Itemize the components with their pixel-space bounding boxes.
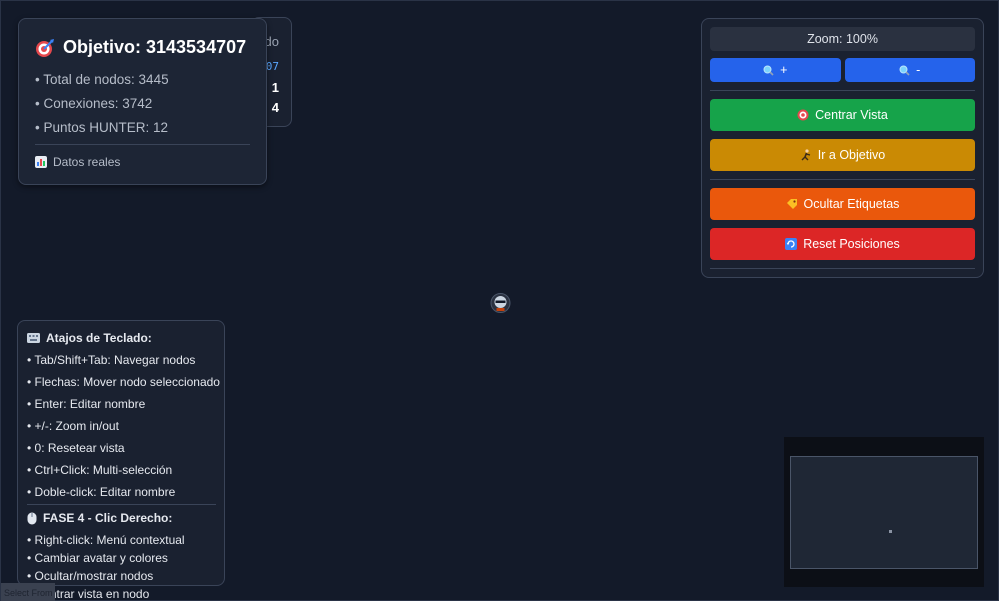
divider (27, 504, 216, 505)
target-icon (35, 38, 55, 58)
controls-panel: Zoom: 100% + - Centrar Vista Ir a Objeti… (701, 18, 984, 278)
zoom-in-button[interactable]: + (710, 58, 841, 82)
phase-item: • Centrar vista en nodo (27, 587, 150, 601)
go-to-target-label: Ir a Objetivo (817, 148, 886, 162)
minimap[interactable] (784, 437, 984, 587)
objective-panel: Objetivo: 3143534707 • Total de nodos: 3… (18, 18, 267, 185)
zoom-out-button[interactable]: - (844, 58, 975, 82)
objective-heading: Objetivo: 3143534707 (35, 37, 250, 58)
shortcuts-title: Atajos de Teclado: (46, 331, 152, 345)
magnifier-icon (899, 65, 910, 76)
tag-icon (786, 198, 798, 210)
phase-item: • Cambiar avatar y colores (27, 551, 168, 565)
graph-node[interactable] (490, 291, 511, 315)
total-nodes-text: • Total de nodos: 3445 (35, 72, 169, 87)
center-view-label: Centrar Vista (815, 108, 888, 122)
data-source-label: Datos reales (53, 155, 121, 169)
shortcut-item: • Flechas: Mover nodo seleccionado (27, 375, 220, 389)
shortcuts-panel: Atajos de Teclado: • Tab/Shift+Tab: Nave… (17, 320, 225, 601)
reset-positions-label: Reset Posiciones (803, 237, 900, 251)
objective-title: Objetivo: 3143534707 (63, 37, 247, 57)
phase-item: • Right-click: Menú contextual (27, 533, 185, 547)
minimap-node-marker (889, 530, 892, 533)
divider (710, 268, 975, 269)
shortcut-item: • Tab/Shift+Tab: Navegar nodos (27, 353, 196, 367)
shortcut-item: • Enter: Editar nombre (27, 397, 146, 411)
keyboard-icon (27, 333, 40, 343)
connections-text: • Conexiones: 3742 (35, 96, 153, 111)
stats-count-a: 1 (271, 80, 279, 95)
hide-labels-label: Ocultar Etiquetas (803, 197, 900, 211)
bar-chart-icon (35, 156, 47, 168)
refresh-icon (785, 238, 798, 250)
center-view-button[interactable]: Centrar Vista (710, 99, 975, 131)
target-icon (797, 109, 809, 121)
shortcut-item: • Doble-click: Editar nombre (27, 485, 176, 499)
divider (710, 90, 975, 91)
reset-positions-button[interactable]: Reset Posiciones (710, 228, 975, 260)
divider (35, 144, 250, 145)
go-to-target-button[interactable]: Ir a Objetivo (710, 139, 975, 171)
magnifier-icon (763, 65, 774, 76)
hide-labels-button[interactable]: Ocultar Etiquetas (710, 188, 975, 220)
minimap-viewport[interactable] (790, 456, 978, 569)
phase-item: • Ocultar/mostrar nodos (27, 569, 154, 583)
corner-label: Select From (1, 583, 55, 601)
stats-count-b: 4 (271, 100, 279, 115)
shortcut-item: • +/-: Zoom in/out (27, 419, 119, 433)
zoom-level-display: Zoom: 100% (710, 27, 975, 51)
zoom-in-label: + (780, 63, 788, 77)
shortcut-item: • Ctrl+Click: Multi-selección (27, 463, 173, 477)
mouse-icon (27, 512, 37, 525)
shortcuts-heading: Atajos de Teclado: (27, 331, 224, 345)
stats-id-value: 07 (265, 60, 279, 73)
shortcut-item: • 0: Resetear vista (27, 441, 125, 455)
running-person-icon (800, 149, 812, 161)
zoom-out-label: - (916, 63, 921, 77)
hunter-points-text: • Puntos HUNTER: 12 (35, 120, 169, 135)
phase-heading: FASE 4 - Clic Derecho: (27, 511, 224, 525)
data-source-note: Datos reales (35, 155, 250, 169)
phase-title: FASE 4 - Clic Derecho: (43, 511, 173, 525)
divider (710, 179, 975, 180)
